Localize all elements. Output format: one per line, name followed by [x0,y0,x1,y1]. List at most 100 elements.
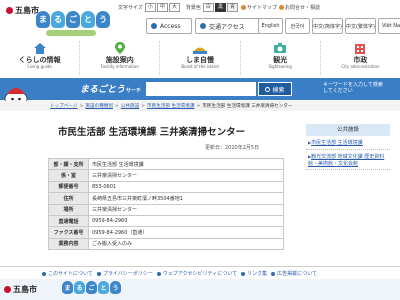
row-value: 三井楽清掃センター [88,203,284,216]
table-row: 直通電話 0959-84-2960 [48,214,284,228]
nav-city-admin[interactable]: 市政 City administration [321,41,400,75]
font-size-medium-button[interactable]: 中 [156,3,168,12]
logo-char: ま [36,11,50,28]
footer-link-label: ウェブアクセシビリティについて [162,271,238,277]
table-row: ファクス番号 0959-84-2960（直通） [48,226,284,239]
bg-color-label: 背景色 [185,5,201,11]
font-size-small-button[interactable]: 小 [144,3,156,12]
footer-link-about[interactable]: このサイトについて [42,270,93,277]
lang-vietnamese-button[interactable]: Việt Nam [378,18,400,34]
nav-living-guide[interactable]: くらしの情報 Living guide [0,41,81,75]
transport-access-button[interactable]: 交通アクセス [195,18,261,34]
logo-char: う [96,11,110,28]
sidebar-item-environment[interactable]: 市民生活部 生活環境課 [306,138,390,150]
utility-bar: 文字サイズ 小 中 大 背景色 白 黒 青 サイトマップ お問合せ・相談 [118,3,320,12]
table-row: 係・室 三井楽清掃センター [48,169,284,182]
contact-link[interactable]: お問合せ・相談 [278,4,320,11]
lang-english-button[interactable]: English [258,18,283,34]
lang-chinese-traditional-button[interactable]: 中文(繁体字) [345,18,376,34]
nav-sublabel: Sightseeing [268,64,292,69]
row-label: 部・課・支所 [48,157,89,171]
bg-white-button[interactable]: 白 [202,3,214,12]
nav-sublabel: Boast of the island [181,64,219,69]
nav-sublabel: City administration [341,64,380,69]
nav-label: くらしの情報 [18,56,61,64]
breadcrumb-public-facilities[interactable]: 公共施設 [121,103,139,109]
bullet-icon [156,271,161,276]
logo-char: ご [86,281,97,294]
nav-label: 観光 [273,56,288,64]
nav-sightseeing[interactable]: 観光 Sightseeing [241,41,321,75]
lang-korean-button[interactable]: 한국어 [285,18,310,34]
logo-char: る [51,11,65,28]
row-label: 郵便番号 [48,180,89,194]
footer-link-label: リンク集 [247,271,268,277]
breadcrumb-facility-types[interactable]: 施設の種類別 [85,103,113,109]
footer-link-label: プライバシーポリシー [102,271,153,277]
breadcrumb-separator: > [114,103,119,109]
contact-label: お問合せ・相談 [284,5,320,11]
table-row: 場所 三井楽清掃センター [48,203,284,216]
breadcrumb-environment-section[interactable]: 市民生活部 生活環境課 [147,103,194,109]
footer-link-links[interactable]: リンク集 [241,270,267,277]
sitemap-label: サイトマップ [246,5,277,11]
nav-facility[interactable]: 施設案内 Facility information [80,41,161,75]
access-label: Access [160,22,181,30]
house-icon [33,43,46,54]
breadcrumb-separator: > [141,103,146,109]
row-label: 住所 [48,192,89,205]
sidebar-item-museum[interactable]: 観光交流部 地域文化課 歴史資料館・美術館・文化会館 [306,152,390,170]
logo-city: 五島市 [6,5,39,16]
sidebar-heading: 公共施設 [306,124,390,136]
font-size-label: 文字サイズ [118,5,143,11]
bullet-icon [241,271,246,276]
access-button[interactable]: Access [146,18,192,34]
nav-label: 市政 [353,56,368,64]
search-brand-name: まるごとう [80,85,126,95]
logo-char: と [98,281,109,294]
transport-access-label: 交通アクセス [209,23,245,31]
search-icon [265,86,271,92]
search-brand: まるごとうサーチ [80,82,141,95]
table-row: 郵便番号 853-0601 [48,180,284,194]
city-emblem-icon [4,286,11,293]
search-hint: キーワードを入力して検索してください [323,82,383,94]
table-row: 部・課・支所 市民生活部 生活環境課 [48,157,284,171]
footer-links: このサイトについて プライバシーポリシー ウェブアクセシビリティについて リンク… [42,270,321,277]
logo-char: ま [62,281,73,294]
row-label: 場所 [48,203,89,216]
row-value: 三井楽清掃センター [88,169,284,182]
row-value: 市民生活部 生活環境課 [88,157,284,171]
footer-logo: 五島市 [4,284,37,295]
row-value: 長崎県五島市三井楽町濱ノ畔3504番地1 [88,192,284,205]
pin-icon [151,23,157,29]
table-row: 住所 長崎県五島市三井楽町濱ノ畔3504番地1 [48,192,284,205]
footer-link-label: このサイトについて [48,271,93,277]
breadcrumb-separator: > [196,103,201,109]
bus-icon [200,23,206,29]
breadcrumb-separator: > [79,103,84,109]
map-pin-icon [114,42,125,54]
bg-black-button[interactable]: 黒 [214,3,226,12]
site-footer: このサイトについて プライバシーポリシー ウェブアクセシビリティについて リンク… [0,266,400,300]
font-size-large-button[interactable]: 大 [168,3,180,12]
breadcrumb-home[interactable]: トップページ [50,103,77,109]
logo-char: る [74,281,85,294]
global-nav: くらしの情報 Living guide 施設案内 Facility inform… [0,41,400,75]
footer-link-accessibility[interactable]: ウェブアクセシビリティについて [156,270,238,277]
site-logo[interactable]: 五島市 ま る ご と う [6,3,124,43]
lang-chinese-simplified-button[interactable]: 中文(简体字) [312,18,343,34]
nav-sublabel: Facility information [100,64,139,69]
nav-island-boast[interactable]: しま自慢 Boast of the island [160,41,241,75]
row-value: ごみ搬入受入のみ [88,237,284,251]
footer-link-privacy[interactable]: プライバシーポリシー [96,270,153,277]
row-label: 業務内容 [48,237,89,251]
search-button[interactable]: 検索 [258,82,292,96]
footer-city-name: 五島市 [13,285,37,294]
row-value: 853-0601 [88,180,284,194]
footer-link-ads[interactable]: 広告掲載について [271,270,317,277]
row-label: ファクス番号 [48,226,89,239]
bg-blue-button[interactable]: 青 [226,3,238,12]
search-input[interactable] [146,82,256,96]
sitemap-link[interactable]: サイトマップ [240,4,277,11]
